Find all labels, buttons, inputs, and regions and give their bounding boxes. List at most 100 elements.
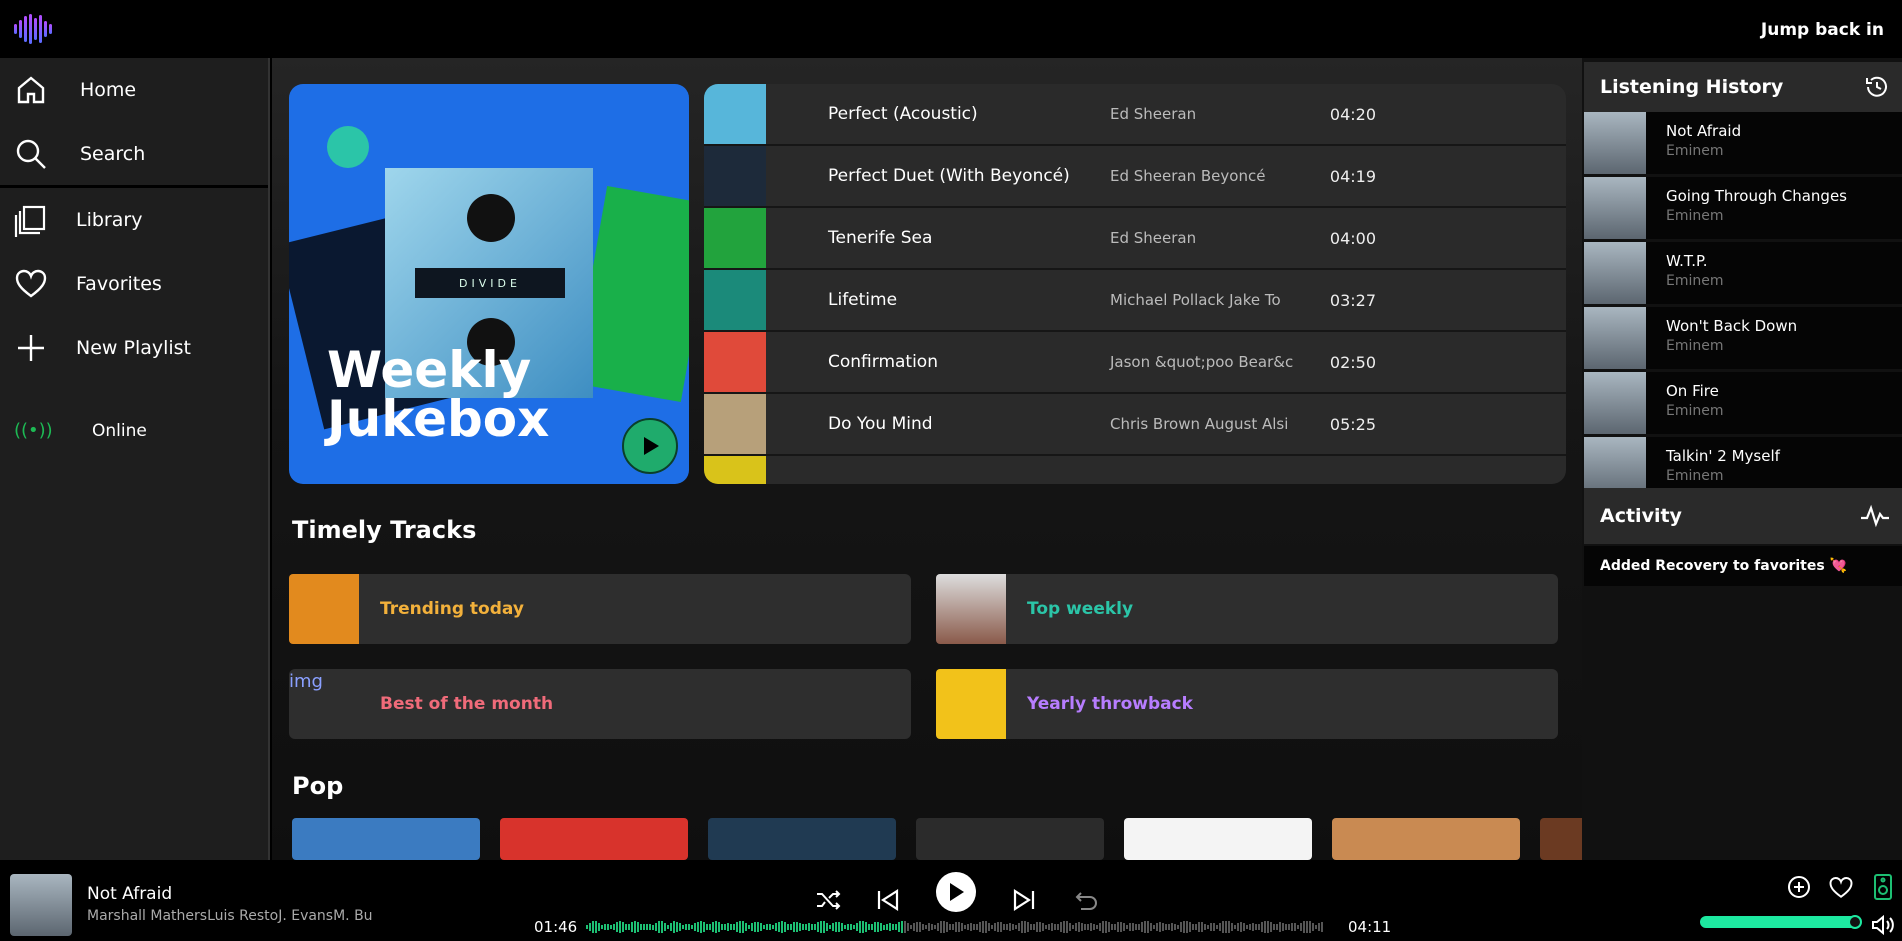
waveform-bar	[658, 921, 660, 933]
activity-pulse-icon	[1861, 504, 1889, 528]
timely-tracks-title: Timely Tracks	[292, 516, 477, 544]
track-duration: 02:50	[1329, 352, 1376, 372]
waveform-bar	[778, 921, 780, 933]
pop-album-card[interactable]	[1124, 818, 1312, 860]
shuffle-button[interactable]	[810, 882, 846, 918]
sidebar-item-favorites[interactable]: Favorites	[0, 252, 268, 316]
waveform-bar	[619, 921, 621, 933]
play-icon	[950, 883, 964, 901]
tile-yearly-throwback[interactable]: Yearly throwback	[936, 669, 1558, 739]
waveform-bar	[787, 923, 789, 931]
sidebar-item-home[interactable]: Home	[0, 58, 268, 122]
pop-album-card[interactable]	[1332, 818, 1520, 860]
waveform-bar	[928, 923, 930, 931]
waveform-bar	[1210, 923, 1212, 931]
tile-best-of-month[interactable]: img Best of the month	[289, 669, 911, 739]
next-button[interactable]	[1006, 882, 1042, 918]
tile-top-weekly[interactable]: Top weekly	[936, 574, 1558, 644]
add-to-playlist-button[interactable]	[1784, 872, 1814, 902]
waveform-bar	[775, 923, 777, 931]
track-thumb	[704, 208, 766, 268]
waveform-bar	[796, 921, 798, 933]
featured-playlist-card[interactable]: DIVIDE Weekly Jukebox	[289, 84, 689, 484]
waveform-bar	[688, 923, 690, 931]
mute-button[interactable]	[1868, 910, 1898, 940]
waveform-bar	[979, 921, 981, 933]
waveform-bar	[1132, 923, 1134, 931]
jump-back-in-label: Jump back in	[1760, 20, 1884, 40]
sidebar-item-search[interactable]: Search	[0, 122, 268, 186]
waveform-bar	[607, 923, 609, 931]
app-logo-icon[interactable]	[14, 14, 54, 44]
track-row[interactable]: Confirmation Jason &quot;poo Bear&c 02:50	[704, 332, 1566, 394]
device-button[interactable]	[1868, 872, 1898, 902]
track-artist: Michael Pollack Jake To	[1110, 291, 1281, 309]
play-pause-button[interactable]	[936, 872, 976, 912]
track-row[interactable]: Do You Mind Chris Brown August Alsi 05:25	[704, 394, 1566, 456]
tile-label: Trending today	[380, 599, 524, 619]
waveform-bar	[880, 922, 882, 932]
waveform-bar	[781, 920, 783, 934]
progress-waveform[interactable]	[586, 920, 1326, 934]
track-row[interactable]: Perfect Duet (With Beyoncé) Ed Sheeran Be…	[704, 146, 1566, 208]
track-name: Lifetime	[828, 290, 898, 310]
volume-slider[interactable]	[1700, 915, 1862, 929]
pop-album-card[interactable]	[1540, 818, 1582, 860]
waveform-bar	[814, 924, 816, 930]
history-item[interactable]: Not Afraid Eminem	[1584, 112, 1902, 174]
waveform-bar	[643, 924, 645, 930]
waveform-bar	[1222, 921, 1224, 933]
history-item[interactable]: On Fire Eminem	[1584, 372, 1902, 434]
waveform-bar	[808, 923, 810, 931]
track-row[interactable]: Tenerife Sea Ed Sheeran 04:00	[704, 208, 1566, 270]
pop-album-card[interactable]	[500, 818, 688, 860]
history-item[interactable]: Going Through Changes Eminem	[1584, 177, 1902, 239]
waveform-bar	[1261, 922, 1263, 932]
history-item[interactable]: W.T.P. Eminem	[1584, 242, 1902, 304]
waveform-bar	[1300, 923, 1302, 931]
waveform-bar	[637, 922, 639, 932]
waveform-bar	[1162, 922, 1164, 932]
track-row[interactable]	[704, 456, 1566, 484]
history-icon[interactable]	[1864, 74, 1890, 100]
waveform-bar	[655, 922, 657, 932]
now-playing-thumb	[10, 874, 72, 936]
activity-title: Activity	[1600, 505, 1682, 527]
waveform-bar	[976, 923, 978, 931]
repeat-button[interactable]	[1068, 882, 1104, 918]
favorite-button[interactable]	[1826, 872, 1856, 902]
volume-knob[interactable]	[1848, 915, 1862, 929]
pop-album-card[interactable]	[292, 818, 480, 860]
waveform-bar	[1315, 924, 1317, 930]
waveform-bar	[853, 924, 855, 930]
pop-album-card[interactable]	[916, 818, 1104, 860]
history-thumb	[1584, 177, 1646, 239]
now-playing-title[interactable]: Not Afraid	[87, 884, 172, 904]
waveform-bar	[844, 924, 846, 930]
waveform-bar	[1285, 923, 1287, 931]
track-row[interactable]: Lifetime Michael Pollack Jake To 03:27	[704, 270, 1566, 332]
previous-button[interactable]	[870, 882, 906, 918]
waveform-bar	[829, 924, 831, 930]
waveform-bar	[1171, 923, 1173, 931]
track-row[interactable]: Perfect (Acoustic) Ed Sheeran 04:20	[704, 84, 1566, 146]
track-duration: 03:27	[1329, 290, 1376, 310]
track-name: Confirmation	[828, 352, 938, 372]
waveform-bar	[598, 922, 600, 932]
waveform-bar	[721, 924, 723, 930]
waveform-bar	[625, 923, 627, 931]
pop-album-card[interactable]	[708, 818, 896, 860]
now-playing-artist[interactable]: Marshall MathersLuis RestoJ. EvansM. Bu	[87, 908, 377, 924]
sidebar-item-library[interactable]: Library	[0, 188, 268, 252]
history-thumb	[1584, 307, 1646, 369]
tile-label: Yearly throwback	[1027, 694, 1193, 714]
waveform-bar	[1246, 924, 1248, 930]
sidebar-item-new-playlist[interactable]: New Playlist	[0, 316, 268, 380]
waveform-bar	[817, 922, 819, 932]
history-item[interactable]: Won't Back Down Eminem	[1584, 307, 1902, 369]
featured-play-button[interactable]	[622, 418, 678, 474]
waveform-bar	[1126, 924, 1128, 930]
tile-trending-today[interactable]: Trending today	[289, 574, 911, 644]
track-duration: 05:25	[1329, 414, 1376, 434]
online-status-label: Online	[92, 420, 147, 441]
